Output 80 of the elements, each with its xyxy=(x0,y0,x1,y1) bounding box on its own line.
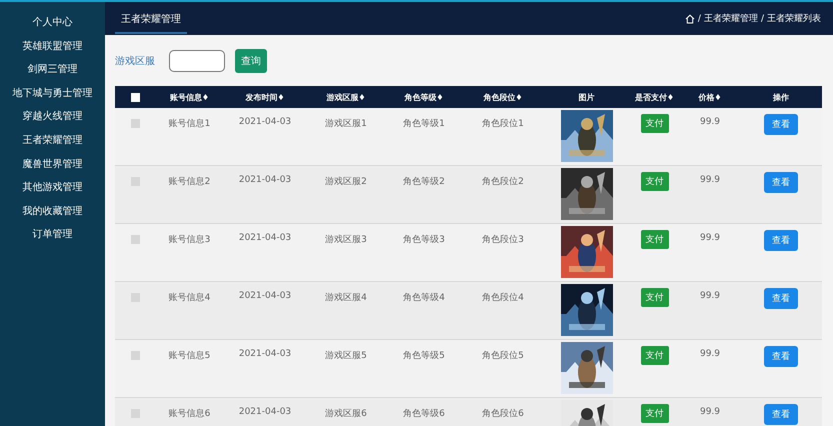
table-cell-text: 角色等级5 xyxy=(402,350,446,362)
table-cell-text: 99.9 xyxy=(698,116,722,127)
view-button[interactable]: 查看 xyxy=(764,172,798,193)
column-header[interactable]: 角色段位♦ xyxy=(462,92,544,102)
table-cell-text: 2021-04-03 xyxy=(238,174,292,185)
column-header[interactable]: 游戏区服♦ xyxy=(306,92,386,102)
table-cell-text: 99.9 xyxy=(698,174,722,185)
table-cell-text: 游戏区服6 xyxy=(324,408,368,420)
sidebar-item[interactable]: 地下城与勇士管理 xyxy=(12,84,92,104)
row-checkbox[interactable] xyxy=(130,235,140,244)
column-header[interactable]: 账号信息♦ xyxy=(155,92,224,102)
view-button[interactable]: 查看 xyxy=(764,230,798,251)
pay-badge[interactable]: 支付 xyxy=(640,346,668,365)
table-cell-text: 游戏区服2 xyxy=(324,176,368,188)
sidebar-item[interactable]: 订单管理 xyxy=(32,226,72,245)
table-cell-text: 99.9 xyxy=(698,406,722,417)
server-input[interactable] xyxy=(169,50,225,72)
table-cell-text: 账号信息4 xyxy=(168,292,212,304)
table-cell-text: 角色段位2 xyxy=(481,176,525,188)
view-button[interactable]: 查看 xyxy=(764,346,798,367)
search-label: 游戏区服 xyxy=(115,54,155,68)
column-header[interactable]: 发布时间♦ xyxy=(224,92,306,102)
table-cell-text: 游戏区服4 xyxy=(324,292,368,304)
table-cell-text: 2021-04-03 xyxy=(238,232,292,243)
table-cell-text: 99.9 xyxy=(698,348,722,359)
table-cell-text: 2021-04-03 xyxy=(238,348,292,359)
table-cell-text: 游戏区服1 xyxy=(324,118,368,130)
sidebar-item[interactable]: 穿越火线管理 xyxy=(22,108,82,127)
table-cell-text: 99.9 xyxy=(698,232,722,243)
table-cell-text: 角色等级1 xyxy=(402,118,446,130)
home-icon[interactable] xyxy=(684,14,695,24)
table-cell-text: 2021-04-03 xyxy=(238,406,292,417)
select-all-checkbox[interactable] xyxy=(130,92,140,102)
pay-badge[interactable]: 支付 xyxy=(640,404,668,423)
sidebar-item[interactable]: 个人中心 xyxy=(32,14,72,33)
table-cell-text: 账号信息3 xyxy=(168,234,212,246)
column-header[interactable]: 价格♦ xyxy=(680,92,740,102)
column-header[interactable]: 图片 xyxy=(544,92,629,102)
table-cell-text: 账号信息1 xyxy=(168,118,212,130)
view-button[interactable]: 查看 xyxy=(764,288,798,309)
table-cell-text: 角色段位4 xyxy=(481,292,525,304)
table-cell-text: 角色段位3 xyxy=(481,234,525,246)
view-button[interactable]: 查看 xyxy=(764,114,798,135)
pay-badge[interactable]: 支付 xyxy=(640,288,668,307)
sidebar-item[interactable]: 其他游戏管理 xyxy=(22,179,82,198)
sidebar-item[interactable]: 我的收藏管理 xyxy=(22,202,82,222)
table-cell-text: 角色等级6 xyxy=(402,408,446,420)
pay-badge[interactable]: 支付 xyxy=(640,114,668,133)
breadcrumb-item[interactable]: 王者荣耀管理 xyxy=(704,12,758,25)
sidebar-item[interactable]: 魔兽世界管理 xyxy=(22,156,82,174)
table-cell-text: 账号信息6 xyxy=(168,408,212,420)
table-cell-text: 账号信息5 xyxy=(168,350,212,362)
pay-badge[interactable]: 支付 xyxy=(640,172,668,191)
table-cell-text: 99.9 xyxy=(698,290,722,301)
table-cell-text: 2021-04-03 xyxy=(238,290,292,301)
breadcrumb-separator: / xyxy=(760,14,764,24)
column-header[interactable]: 操作 xyxy=(740,92,822,102)
table-cell-text: 角色等级2 xyxy=(402,176,446,188)
table-cell-text: 游戏区服3 xyxy=(324,234,368,246)
row-checkbox[interactable] xyxy=(130,119,140,128)
breadcrumb-item[interactable]: 王者荣耀列表 xyxy=(767,12,821,25)
table-cell-text: 账号信息2 xyxy=(168,176,212,188)
table-cell-text: 角色段位5 xyxy=(481,350,525,362)
view-button[interactable]: 查看 xyxy=(764,404,798,425)
table-cell-text: 角色等级3 xyxy=(402,234,446,246)
sidebar-item[interactable]: 剑网三管理 xyxy=(28,61,78,80)
column-header[interactable]: 角色等级♦ xyxy=(386,92,462,102)
table-cell-text: 角色段位6 xyxy=(481,408,525,420)
row-checkbox[interactable] xyxy=(130,351,140,360)
table-cell-text: 游戏区服5 xyxy=(324,350,368,362)
sidebar-item[interactable]: 王者荣耀管理 xyxy=(22,132,82,151)
table-cell-text: 角色段位1 xyxy=(481,118,525,130)
table-cell-text: 2021-04-03 xyxy=(238,116,292,127)
table-cell-text: 角色等级4 xyxy=(402,292,446,304)
column-header[interactable]: 是否支付♦ xyxy=(629,92,680,102)
sidebar-item[interactable]: 英雄联盟管理 xyxy=(22,38,82,56)
breadcrumb-separator: / xyxy=(698,14,701,24)
query-button[interactable]: 查询 xyxy=(235,49,267,73)
pay-badge[interactable]: 支付 xyxy=(640,230,668,249)
page-tab[interactable]: 王者荣耀管理 xyxy=(115,4,187,34)
